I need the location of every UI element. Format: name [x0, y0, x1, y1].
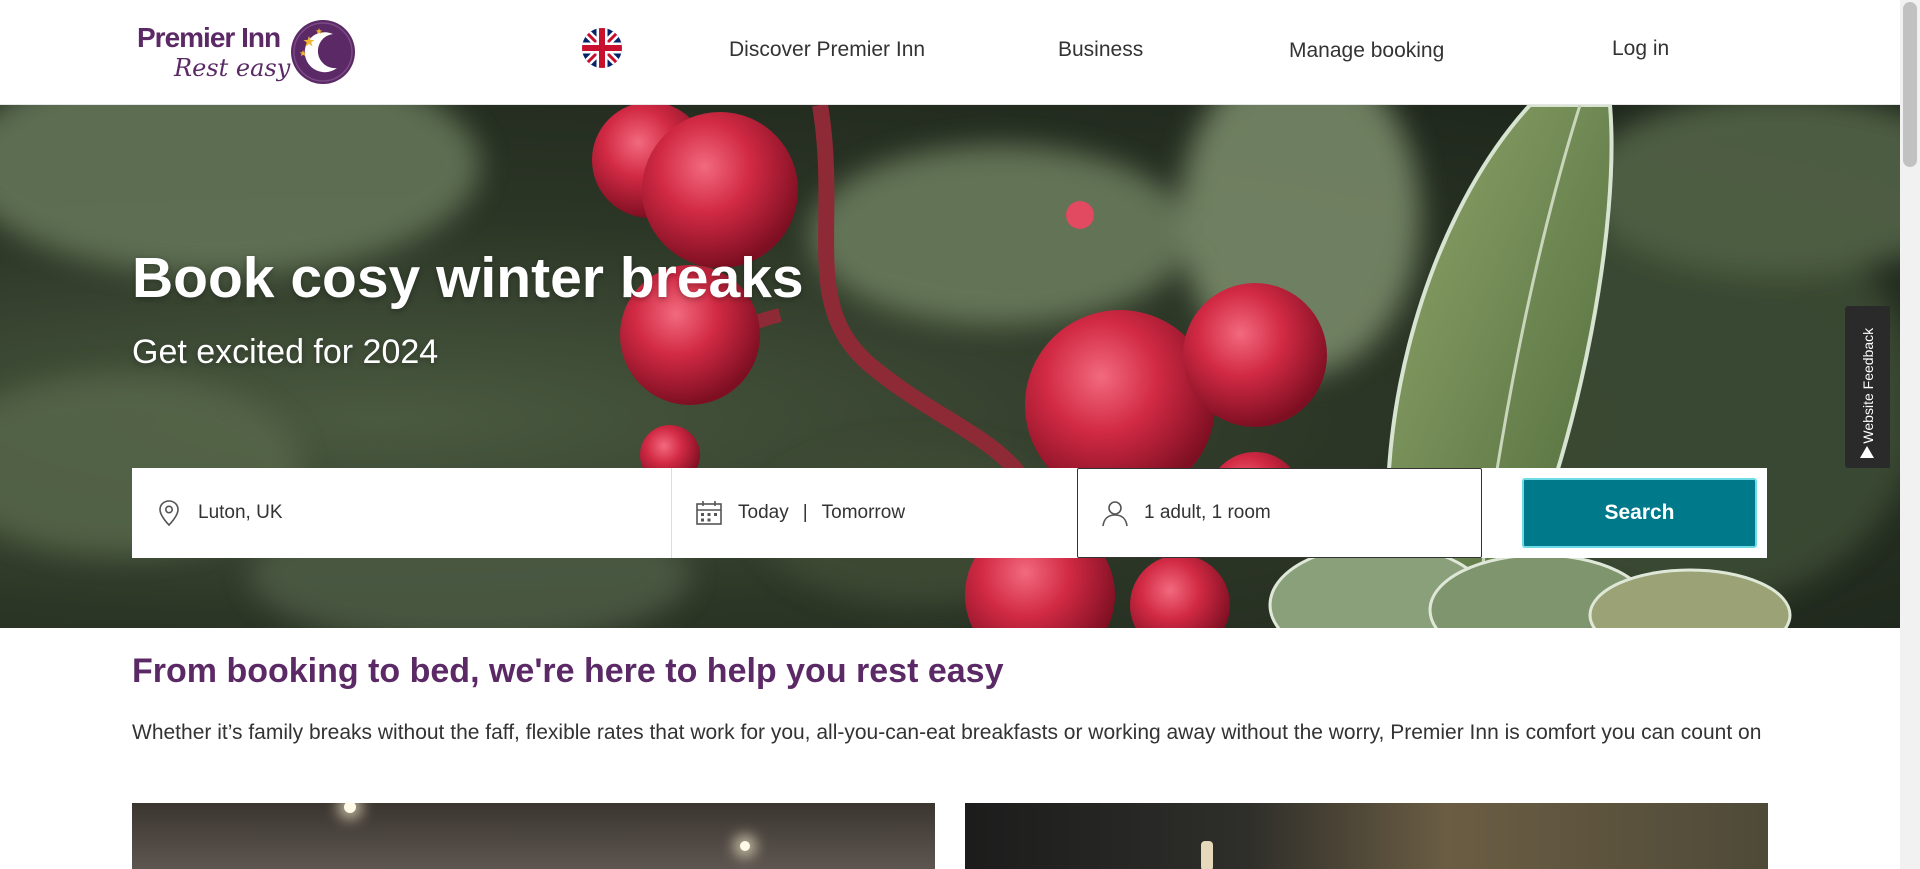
- hotel-search-bar: Luton, UK Today | Tomorrow 1 adult, 1 ro…: [132, 468, 1767, 558]
- feature-card-image-breakfast[interactable]: [965, 803, 1768, 869]
- website-feedback-label: Website Feedback: [1859, 327, 1876, 444]
- location-field[interactable]: Luton, UK: [132, 468, 672, 558]
- nav-log-in[interactable]: Log in: [1612, 37, 1669, 61]
- location-pin-icon: [154, 498, 184, 528]
- section-heading: From booking to bed, we're here to help …: [132, 652, 1004, 690]
- ceiling-light: [740, 841, 750, 851]
- guests-rooms-field[interactable]: 1 adult, 1 room: [1077, 468, 1482, 558]
- language-selector[interactable]: [582, 28, 622, 68]
- page-scrollbar[interactable]: [1900, 0, 1920, 869]
- date-separator: |: [802, 502, 808, 523]
- logo-tagline: Rest easy: [174, 54, 291, 82]
- moon-logo-icon: [291, 20, 355, 84]
- ceiling-light: [344, 803, 356, 813]
- nav-manage-booking[interactable]: Manage booking: [1289, 39, 1444, 63]
- arrow-up-icon: [1860, 446, 1874, 458]
- search-button[interactable]: Search: [1522, 478, 1757, 548]
- check-out-date: Tomorrow: [821, 502, 906, 523]
- logo-wordmark: Premier Inn: [137, 22, 281, 53]
- dates-field[interactable]: Today | Tomorrow: [672, 468, 1077, 558]
- calendar-icon: [694, 498, 724, 528]
- uk-flag-icon: [582, 28, 622, 68]
- card-image-detail: [1201, 841, 1213, 869]
- premier-inn-logo[interactable]: Premier Inn Rest easy: [137, 16, 359, 88]
- guests-rooms-value: 1 adult, 1 room: [1144, 502, 1271, 523]
- person-icon: [1100, 498, 1130, 528]
- check-in-date: Today: [738, 502, 789, 523]
- website-feedback-tab[interactable]: Website Feedback: [1845, 306, 1890, 468]
- nav-discover-premier-inn[interactable]: Discover Premier Inn: [729, 38, 925, 62]
- nav-business[interactable]: Business: [1058, 38, 1143, 62]
- feature-card-image-room[interactable]: [132, 803, 935, 869]
- hero-title: Book cosy winter breaks: [132, 246, 804, 310]
- section-body-text: Whether it’s family breaks without the f…: [132, 721, 1762, 744]
- hero-subtitle: Get excited for 2024: [132, 333, 439, 371]
- location-value: Luton, UK: [198, 502, 283, 523]
- site-header: Premier Inn Rest easy Discover Premier I…: [0, 0, 1900, 105]
- scrollbar-thumb[interactable]: [1903, 2, 1917, 167]
